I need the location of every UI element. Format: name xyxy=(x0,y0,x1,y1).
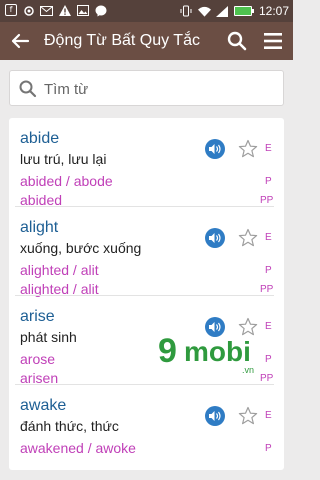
verb-meaning: phát sinh xyxy=(20,329,77,345)
speaker-icon[interactable] xyxy=(205,139,225,159)
signal-icon xyxy=(216,5,229,18)
star-icon[interactable] xyxy=(238,139,258,159)
app-bar: Động Từ Bất Quy Tắc xyxy=(0,22,293,60)
speaker-icon[interactable] xyxy=(205,228,225,248)
verb-meaning: xuống, bước xuống xyxy=(20,240,142,256)
vibrate-icon xyxy=(180,5,193,18)
search-box[interactable] xyxy=(9,70,284,106)
notification-f-icon: f xyxy=(5,4,17,16)
tag-e: E xyxy=(265,232,272,243)
battery-icon xyxy=(233,6,254,16)
search-icon xyxy=(18,79,38,99)
tag-e: E xyxy=(265,143,272,154)
tag-pp: PP xyxy=(260,373,274,384)
tag-pp: PP xyxy=(260,195,274,206)
status-bar: f 12:07 xyxy=(0,0,293,22)
image-icon xyxy=(76,4,89,17)
verb-meaning: lưu trú, lưu lại xyxy=(20,151,107,167)
tag-p: P xyxy=(265,176,272,187)
status-right-icons: 12:07 xyxy=(180,4,289,18)
verb-list: abide lưu trú, lưu lại abided / abode ab… xyxy=(9,118,284,470)
verb-word: abide xyxy=(20,130,60,147)
past-form: awakened / awoke xyxy=(20,440,136,456)
past-form: arose xyxy=(20,351,56,367)
warning-icon xyxy=(58,4,71,17)
page-title: Động Từ Bất Quy Tắc xyxy=(44,32,200,49)
messenger-icon xyxy=(94,4,107,17)
mail-icon xyxy=(40,4,53,17)
menu-icon[interactable] xyxy=(262,31,284,51)
star-icon[interactable] xyxy=(238,406,258,426)
search-input[interactable] xyxy=(44,76,274,102)
tag-e: E xyxy=(265,410,272,421)
watermark-text: mobi xyxy=(184,336,251,367)
tag-p: P xyxy=(265,443,272,454)
past-form: alighted / alit xyxy=(20,262,99,278)
status-left-icons: f xyxy=(5,4,107,17)
settings-alert-icon xyxy=(22,4,35,17)
tag-pp: PP xyxy=(260,284,274,295)
tag-p: P xyxy=(265,265,272,276)
search-icon[interactable] xyxy=(226,30,248,52)
back-arrow-icon[interactable] xyxy=(8,29,32,53)
list-item[interactable]: alight xuống, bước xuống alighted / alit… xyxy=(9,207,284,297)
star-icon[interactable] xyxy=(238,228,258,248)
verb-word: alight xyxy=(20,219,59,236)
clock: 12:07 xyxy=(258,4,289,18)
tag-e: E xyxy=(265,321,272,332)
verb-meaning: đánh thức, thức xyxy=(20,418,119,434)
past-form: abided / abode xyxy=(20,173,113,189)
watermark-mark: 9 xyxy=(158,332,177,370)
speaker-icon[interactable] xyxy=(205,406,225,426)
watermark-logo: 9 mobi .vn xyxy=(158,332,268,375)
watermark-suffix: .vn xyxy=(242,365,255,375)
verb-word: arise xyxy=(20,308,55,325)
list-item[interactable]: abide lưu trú, lưu lại abided / abode ab… xyxy=(9,118,284,208)
verb-word: awake xyxy=(20,397,67,414)
wifi-icon xyxy=(197,5,211,18)
list-item[interactable]: awake đánh thức, thức awakened / awoke E… xyxy=(9,385,284,470)
